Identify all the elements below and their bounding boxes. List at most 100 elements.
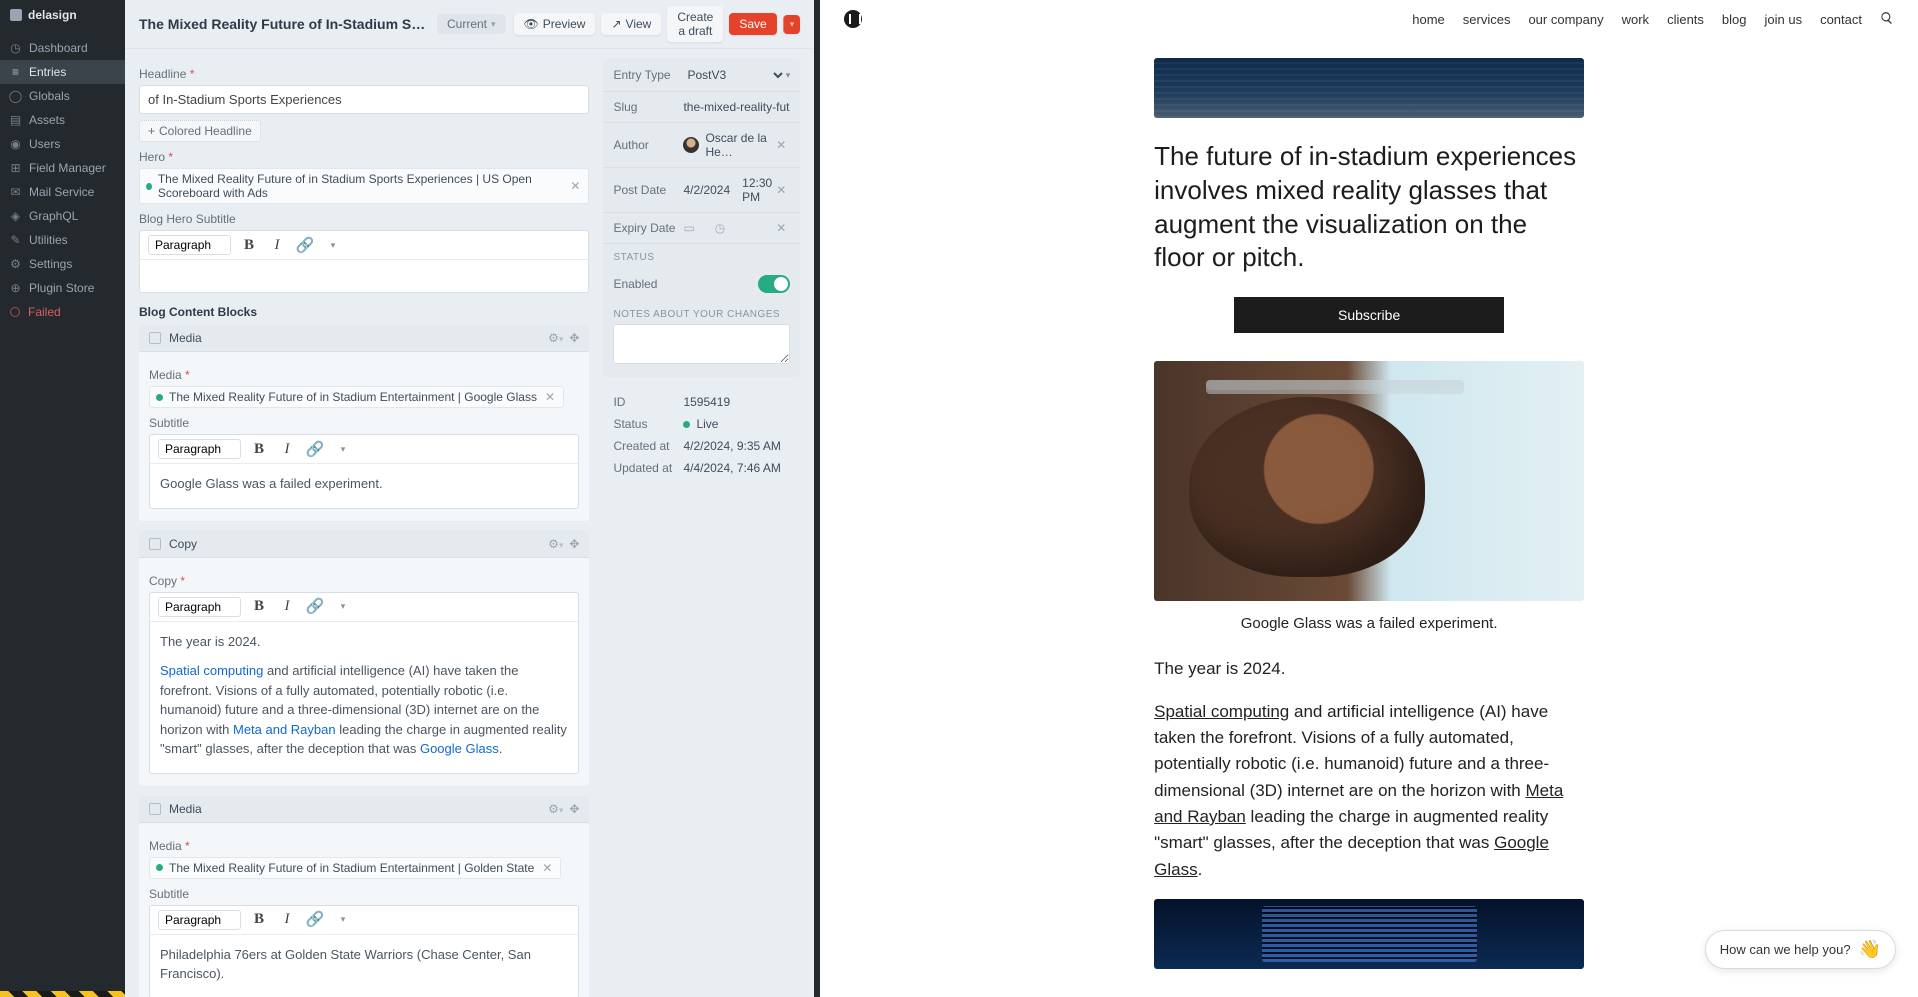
gear-icon: ⚙ [10, 259, 21, 270]
block-move-icon[interactable]: ✥ [569, 802, 579, 816]
article: The future of in-stadium experiences inv… [1154, 38, 1584, 997]
add-colored-headline-button[interactable]: +Colored Headline [139, 120, 261, 142]
sidebar-item-entries[interactable]: ≡Entries [0, 60, 125, 84]
paragraph-select[interactable]: Paragraph [158, 439, 241, 459]
nav-work[interactable]: work [1622, 12, 1649, 27]
remove-asset-icon[interactable]: ✕ [568, 179, 582, 193]
save-button[interactable]: Save [729, 13, 776, 35]
create-draft-button[interactable]: Create a draft [667, 6, 723, 42]
sidebar-item-utilities[interactable]: ✎Utilities [0, 228, 125, 252]
subtitle-body[interactable]: Google Glass was a failed experiment. [150, 464, 578, 508]
site-logo-icon[interactable] [844, 10, 862, 28]
paragraph-select[interactable]: Paragraph [158, 597, 241, 617]
italic-button[interactable]: I [277, 597, 297, 617]
block-settings-icon[interactable]: ⚙▾ [548, 331, 563, 345]
mail-icon: ✉ [10, 187, 21, 198]
bold-button[interactable]: B [249, 910, 269, 930]
link-button[interactable]: 🔗 [305, 439, 325, 459]
more-format-button[interactable]: ▾ [323, 235, 343, 255]
bold-button[interactable]: B [249, 439, 269, 459]
article-lede: The future of in-stadium experiences inv… [1154, 140, 1584, 275]
block-move-icon[interactable]: ✥ [569, 537, 579, 551]
sidebar-item-dashboard[interactable]: ◷Dashboard [0, 36, 125, 60]
revision-select[interactable]: Current▾ [437, 14, 506, 34]
link-button[interactable]: 🔗 [295, 235, 315, 255]
status-dot-icon [156, 394, 163, 401]
nav-our-company[interactable]: our company [1528, 12, 1603, 27]
sidebar-item-mail-service[interactable]: ✉Mail Service [0, 180, 125, 204]
calendar-icon[interactable]: ▭ [683, 221, 694, 235]
remove-asset-icon[interactable]: ✕ [540, 861, 554, 875]
search-icon[interactable] [1880, 11, 1894, 28]
help-chat-bubble[interactable]: How can we help you? 👋 [1705, 930, 1896, 969]
headline-input[interactable] [139, 85, 589, 114]
clear-expiry-icon[interactable]: ✕ [772, 221, 790, 235]
view-button[interactable]: ↗View [601, 13, 661, 35]
more-format-button[interactable]: ▾ [333, 439, 353, 459]
nav-clients[interactable]: clients [1667, 12, 1704, 27]
hero-subtitle-body[interactable] [140, 260, 588, 292]
nav-home[interactable]: home [1412, 12, 1445, 27]
notes-textarea[interactable] [613, 324, 790, 364]
post-time-input[interactable]: 12:30 PM [742, 176, 772, 204]
fields-icon: ⊞ [10, 163, 21, 174]
block-settings-icon[interactable]: ⚙▾ [548, 537, 563, 551]
nav-contact[interactable]: contact [1820, 12, 1862, 27]
nav-blog[interactable]: blog [1722, 12, 1747, 27]
block-move-icon[interactable]: ✥ [569, 331, 579, 345]
hero-asset-chip[interactable]: The Mixed Reality Future of in Stadium S… [139, 168, 589, 204]
sidebar-item-graphql[interactable]: ◈GraphQL [0, 204, 125, 228]
link-button[interactable]: 🔗 [305, 597, 325, 617]
block-checkbox[interactable] [149, 803, 161, 815]
block-checkbox[interactable] [149, 332, 161, 344]
entry-meta-panel: Entry TypePostV3▾ Slug AuthorOscar de la… [603, 59, 800, 377]
content-block-media-2: Media ⚙▾✥ Media * The Mixed Reality Futu… [139, 796, 589, 997]
more-format-button[interactable]: ▾ [333, 910, 353, 930]
graphql-icon: ◈ [10, 211, 21, 222]
copy-body[interactable]: The year is 2024. Spatial computing and … [150, 622, 578, 773]
clear-date-icon[interactable]: ✕ [772, 183, 790, 197]
chevron-down-icon: ▾ [491, 19, 496, 30]
post-date-input[interactable]: 4/2/2024 [683, 183, 730, 197]
sidebar-item-plugin-store[interactable]: ⊕Plugin Store [0, 276, 125, 300]
paragraph-select[interactable]: Paragraph [158, 910, 241, 930]
brand-label: delasign [28, 8, 77, 22]
italic-button[interactable]: I [277, 910, 297, 930]
sidebar-item-globals[interactable]: ◯Globals [0, 84, 125, 108]
block-checkbox[interactable] [149, 538, 161, 550]
avatar [683, 137, 699, 153]
subscribe-button[interactable]: Subscribe [1234, 297, 1504, 333]
sidebar-item-settings[interactable]: ⚙Settings [0, 252, 125, 276]
brand[interactable]: delasign [0, 0, 125, 30]
link-button[interactable]: 🔗 [305, 910, 325, 930]
bold-button[interactable]: B [239, 235, 259, 255]
bold-button[interactable]: B [249, 597, 269, 617]
subtitle-body[interactable]: Philadelphia 76ers at Golden State Warri… [150, 935, 578, 997]
clock-icon[interactable]: ◷ [715, 221, 725, 235]
entry-type-select[interactable]: PostV3 [683, 67, 785, 83]
wave-icon: 👋 [1859, 939, 1881, 960]
italic-button[interactable]: I [277, 439, 297, 459]
block-settings-icon[interactable]: ⚙▾ [548, 802, 563, 816]
sidebar-item-field-manager[interactable]: ⊞Field Manager [0, 156, 125, 180]
chevron-down-icon: ▾ [786, 70, 791, 81]
italic-button[interactable]: I [267, 235, 287, 255]
paragraph-select[interactable]: Paragraph [148, 235, 231, 255]
chevron-down-icon: ▾ [331, 240, 336, 251]
nav-services[interactable]: services [1463, 12, 1511, 27]
sidebar-item-users[interactable]: ◉Users [0, 132, 125, 156]
remove-author-icon[interactable]: ✕ [772, 138, 790, 152]
block-asset-chip[interactable]: The Mixed Reality Future of in Stadium E… [149, 857, 561, 879]
save-menu-button[interactable]: ▾ [783, 15, 801, 34]
preview-button[interactable]: 👁Preview [514, 13, 596, 35]
entry-info-panel: ID1595419 StatusLive Created at4/2/2024,… [603, 387, 800, 483]
slug-input[interactable] [683, 100, 790, 114]
link-spatial-computing[interactable]: Spatial computing [1154, 702, 1289, 721]
sidebar-item-failed[interactable]: Failed [0, 300, 125, 324]
sidebar-item-assets[interactable]: ▤Assets [0, 108, 125, 132]
nav-join-us[interactable]: join us [1765, 12, 1803, 27]
remove-asset-icon[interactable]: ✕ [543, 390, 557, 404]
enabled-toggle[interactable] [758, 275, 790, 293]
more-format-button[interactable]: ▾ [333, 597, 353, 617]
block-asset-chip[interactable]: The Mixed Reality Future of in Stadium E… [149, 386, 564, 408]
